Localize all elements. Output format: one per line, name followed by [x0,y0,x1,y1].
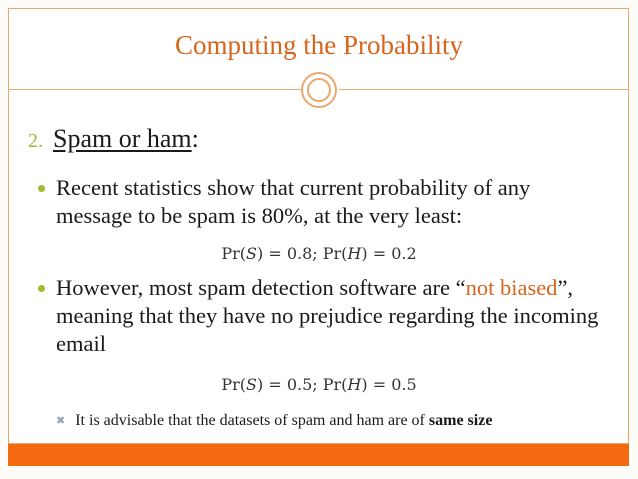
bullet-text-before: However, most spam detection software ar… [56,275,466,300]
formula-pr: Pr [221,375,240,394]
bullet-text: However, most spam detection software ar… [56,274,606,358]
bullet-text: Recent statistics show that current prob… [56,175,531,228]
circle-bullet-icon [38,185,45,192]
slide-title: Computing the Probability [175,30,463,60]
formula-prior-80: Pr(S) = 0.8; Pr(H) = 0.2 [221,244,417,263]
title-rule-left [8,89,301,90]
formula-s-value: 0.5 [286,375,313,394]
bullet-not-biased: However, most spam detection software ar… [38,274,606,358]
formula-pr: Pr [322,375,342,394]
section-heading: 2. Spam or ham: [28,124,199,154]
sub-bullet-text: It is advisable that the datasets of spa… [75,412,429,429]
formula-s-value: 0.8 [286,244,313,263]
formula-h-value: 0.5 [391,375,417,394]
formula-h: H [347,244,362,263]
title-rule-right [339,89,629,90]
sub-bullet-same-size: ✖ It is advisable that the datasets of sp… [56,412,492,430]
bottom-accent-bar [8,444,629,466]
highlight-not-biased: not biased [465,275,558,300]
sub-bullet-bold: same size [428,412,493,429]
formula-pr: Pr [322,244,342,263]
formula-s: S [246,244,257,263]
formula-h: H [347,375,362,394]
formula-h-value: 0.2 [391,244,417,263]
formula-pr: Pr [221,244,240,263]
heading-text: Spam or ham [53,124,192,153]
slide: Computing the Probability 2. Spam or ham:… [0,0,638,479]
double-circle-icon [301,72,337,108]
circle-bullet-icon [38,285,45,292]
formula-prior-50: Pr(S) = 0.5; Pr(H) = 0.5 [221,375,417,394]
bullet-recent-statistics: Recent statistics show that current prob… [38,174,606,230]
heading-suffix: : [191,124,199,153]
cross-mark-icon: ✖ [56,415,66,427]
heading-number: 2. [28,130,43,152]
formula-s: S [246,375,257,394]
